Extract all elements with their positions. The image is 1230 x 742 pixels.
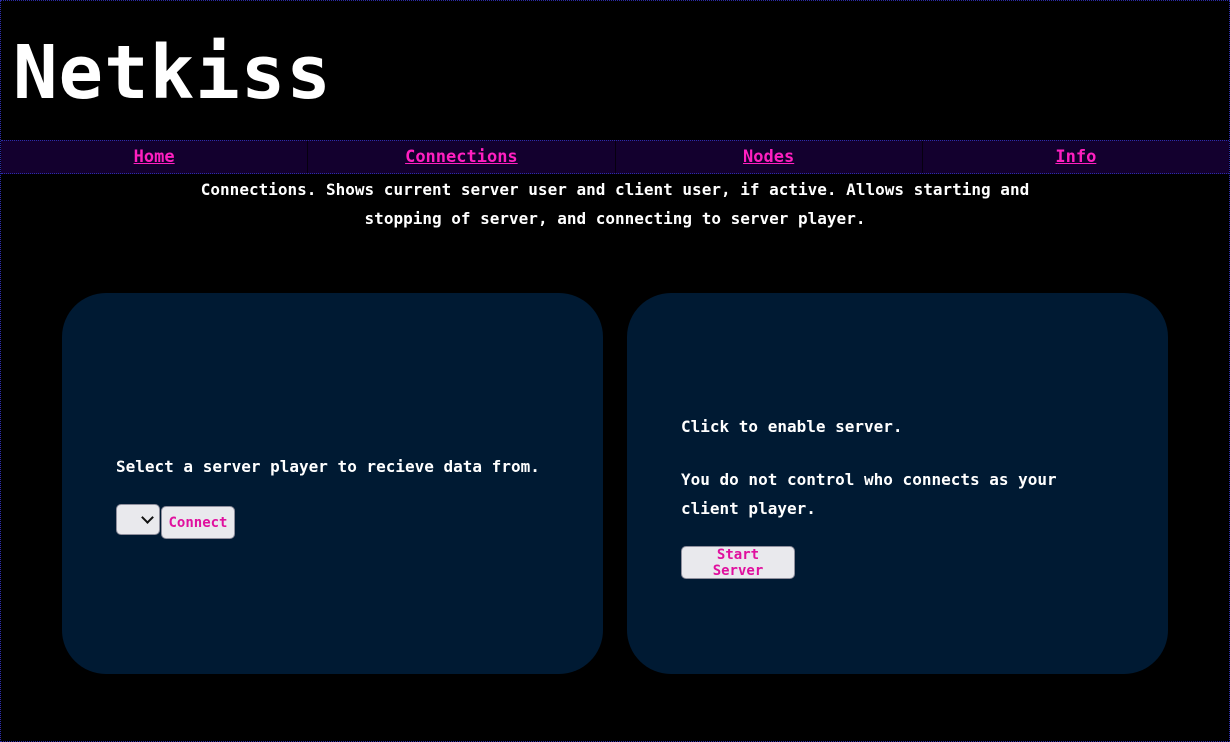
site-header: Netkiss	[1, 1, 1229, 140]
start-server-button[interactable]: Start Server	[681, 546, 795, 579]
nav-item-nodes: Nodes	[616, 141, 923, 173]
server-player-select[interactable]	[116, 504, 160, 535]
server-panel: Click to enable server. You do not contr…	[627, 293, 1168, 674]
page-description-line-1: Connections. Shows current server user a…	[200, 180, 1030, 199]
nav-link-nodes[interactable]: Nodes	[743, 147, 794, 167]
connect-button[interactable]: Connect	[161, 506, 235, 539]
chevron-down-icon	[141, 510, 154, 524]
page-description-line-2: stopping of server, and connecting to se…	[364, 209, 866, 228]
nav-item-home: Home	[1, 141, 309, 173]
site-title: Netkiss	[13, 30, 332, 116]
nav-link-home[interactable]: Home	[134, 147, 175, 167]
nav-link-info[interactable]: Info	[1055, 147, 1096, 167]
main-nav: Home Connections Nodes Info	[1, 140, 1229, 174]
client-prompt: Select a server player to recieve data f…	[116, 457, 540, 476]
server-note-line-2: client player.	[681, 499, 816, 518]
nav-item-connections: Connections	[308, 141, 616, 173]
client-panel: Select a server player to recieve data f…	[62, 293, 603, 674]
page-description: Connections. Shows current server user a…	[190, 175, 1040, 233]
server-note-line-1: You do not control who connects as your	[681, 470, 1057, 489]
nav-link-connections[interactable]: Connections	[405, 147, 518, 167]
server-status: Click to enable server.	[681, 417, 903, 436]
nav-item-info: Info	[923, 141, 1229, 173]
